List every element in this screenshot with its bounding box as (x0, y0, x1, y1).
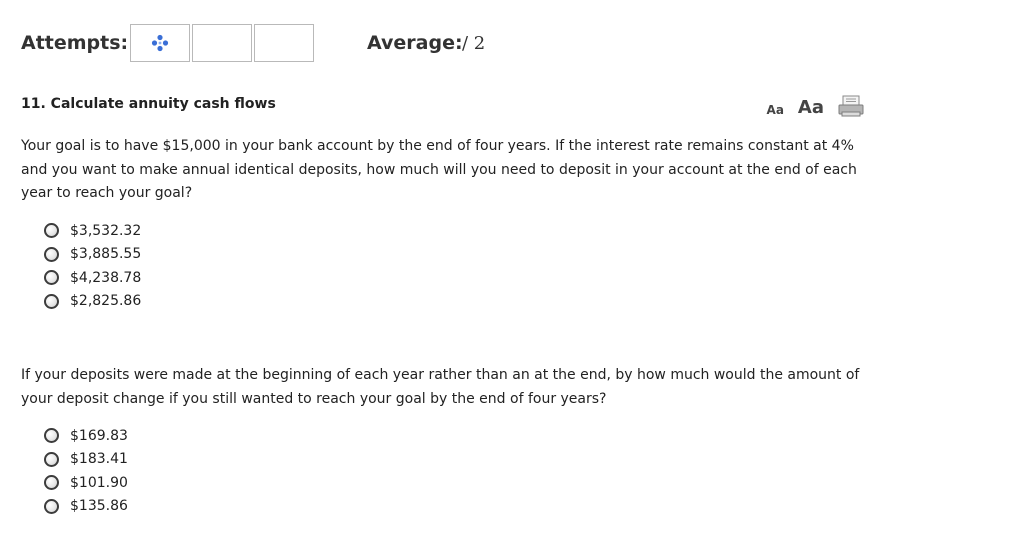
option-label: $3,532.32 (70, 222, 142, 239)
question-part1-text: Your goal is to have $15,000 in your ban… (21, 138, 857, 201)
option-label: $2,825.86 (70, 293, 142, 310)
question-title: 11. Calculate annuity cash flows (21, 96, 276, 112)
printer-icon[interactable] (838, 95, 864, 117)
attempt-box-3 (254, 24, 314, 62)
option-label: $3,885.55 (70, 246, 142, 263)
part1-option-4[interactable]: $2,825.86 (44, 290, 141, 314)
assignment-page: Attempts: Average: / 2 11. Calculate ann… (0, 0, 1024, 552)
blue-diamond-dots-icon (151, 34, 169, 52)
question-tools: Aa Aa (767, 95, 864, 117)
part1-option-2[interactable]: $3,885.55 (44, 243, 141, 267)
question-part2-text: If your deposits were made at the beginn… (21, 367, 860, 407)
radio-button[interactable] (44, 475, 59, 491)
part1-options: $3,532.32 $3,885.55 $4,238.78 $2,825.86 (44, 219, 141, 313)
radio-button[interactable] (44, 293, 59, 309)
option-label: $135.86 (70, 498, 128, 515)
option-label: $4,238.78 (70, 269, 142, 286)
attempt-indicators (130, 24, 316, 62)
radio-button[interactable] (44, 223, 59, 239)
attempt-box-2 (192, 24, 252, 62)
part1-option-1[interactable]: $3,532.32 (44, 219, 141, 243)
option-label: $169.83 (70, 427, 128, 444)
radio-button[interactable] (44, 451, 59, 467)
part2-option-3[interactable]: $101.90 (44, 471, 128, 495)
font-size-large-button[interactable]: Aa (798, 99, 824, 117)
option-label: $101.90 (70, 474, 128, 491)
radio-button[interactable] (44, 246, 59, 262)
average-label: Average: (367, 32, 463, 54)
part2-option-2[interactable]: $183.41 (44, 448, 128, 472)
option-label: $183.41 (70, 451, 128, 468)
average-value: / 2 (462, 33, 486, 54)
part2-option-1[interactable]: $169.83 (44, 424, 128, 448)
attempt-box-1 (130, 24, 190, 62)
radio-button[interactable] (44, 270, 59, 286)
radio-button[interactable] (44, 428, 59, 444)
radio-button[interactable] (44, 498, 59, 514)
part2-option-4[interactable]: $135.86 (44, 495, 128, 519)
attempts-label: Attempts: (21, 32, 129, 54)
part1-option-3[interactable]: $4,238.78 (44, 266, 141, 290)
font-size-small-button[interactable]: Aa (767, 103, 784, 117)
part2-options: $169.83 $183.41 $101.90 $135.86 (44, 424, 128, 518)
